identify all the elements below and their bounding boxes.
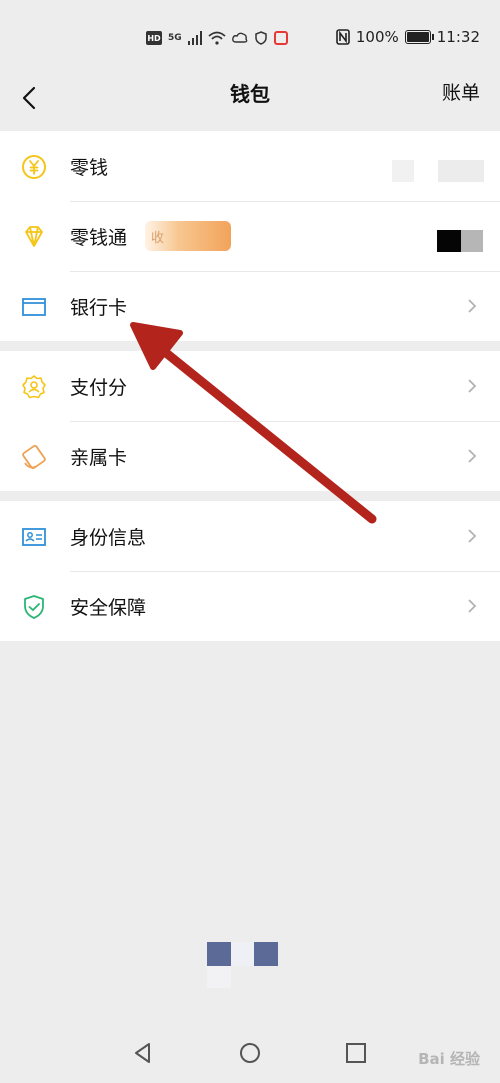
redacted-footer-block (207, 942, 231, 966)
redacted-amount-block (461, 230, 483, 252)
status-bar: HD 5G 100% 11:32 (0, 0, 500, 72)
battery-icon (404, 30, 434, 44)
status-icons-left: HD 5G (146, 27, 288, 49)
nav-home-icon[interactable] (236, 1039, 264, 1067)
hd-badge: HD (146, 31, 162, 45)
yuan-coin-icon (20, 153, 48, 181)
list-item-label: 零钱通 (70, 226, 128, 249)
system-nav-bar: Bai 经验 (0, 1023, 500, 1083)
cloud-icon (231, 32, 248, 43)
list-item-label: 安全保障 (70, 596, 147, 619)
list-item-identity[interactable]: 身份信息 (0, 501, 500, 571)
top-navbar: 钱包 账单 (0, 72, 500, 128)
nav-recent-icon[interactable] (342, 1039, 370, 1067)
id-card-icon (20, 523, 48, 551)
list-item-pay-score[interactable]: 支付分 (0, 351, 500, 421)
wallet-group-balance: 零钱 零钱通 银行卡 (0, 131, 500, 341)
nfc-icon (336, 29, 350, 45)
list-item-change-pass[interactable]: 零钱通 (0, 201, 500, 271)
redacted-balance-block (392, 160, 414, 182)
wallet-group-services: 支付分 亲属卡 (0, 351, 500, 491)
list-item-bank-card[interactable]: 银行卡 (0, 271, 500, 341)
redacted-balance-block (438, 160, 484, 182)
list-item-label: 零钱 (70, 156, 109, 179)
bill-link[interactable]: 账单 (442, 78, 480, 105)
nav-back-icon[interactable] (129, 1039, 157, 1067)
list-item-label: 身份信息 (70, 526, 147, 549)
redacted-footer-block (254, 942, 278, 966)
diamond-icon (20, 223, 48, 251)
network-type: 5G (168, 33, 182, 43)
redacted-footer-block (231, 942, 254, 966)
watermark: Bai 经验 (418, 1050, 480, 1068)
redacted-amount-block (437, 230, 461, 252)
chevron-right-icon (468, 299, 477, 313)
promo-tag: 收 (145, 221, 231, 251)
chevron-right-icon (468, 529, 477, 543)
badge-score-icon (20, 373, 48, 401)
list-item-change[interactable]: 零钱 (0, 131, 500, 201)
clock: 11:32 (436, 28, 480, 46)
list-item-label: 银行卡 (70, 296, 128, 319)
list-item-label: 亲属卡 (70, 446, 128, 469)
redacted-footer-block (207, 966, 231, 988)
list-item-label: 支付分 (70, 376, 128, 399)
list-item-security[interactable]: 安全保障 (0, 571, 500, 641)
chevron-right-icon (468, 379, 477, 393)
status-icons-right: 100% 11:32 (336, 26, 480, 48)
battery-percent: 100% (355, 28, 399, 46)
family-card-icon (20, 443, 48, 471)
page-title: 钱包 (230, 82, 270, 106)
chevron-right-icon (468, 599, 477, 613)
card-icon (20, 293, 48, 321)
chevron-right-icon (468, 449, 477, 463)
shield-status-icon (254, 31, 267, 45)
shield-check-icon (20, 593, 48, 621)
list-item-family-card[interactable]: 亲属卡 (0, 421, 500, 491)
signal-icon (187, 31, 202, 45)
wifi-icon (208, 31, 226, 45)
wallet-group-security: 身份信息 安全保障 (0, 501, 500, 641)
notification-icon (273, 31, 288, 45)
